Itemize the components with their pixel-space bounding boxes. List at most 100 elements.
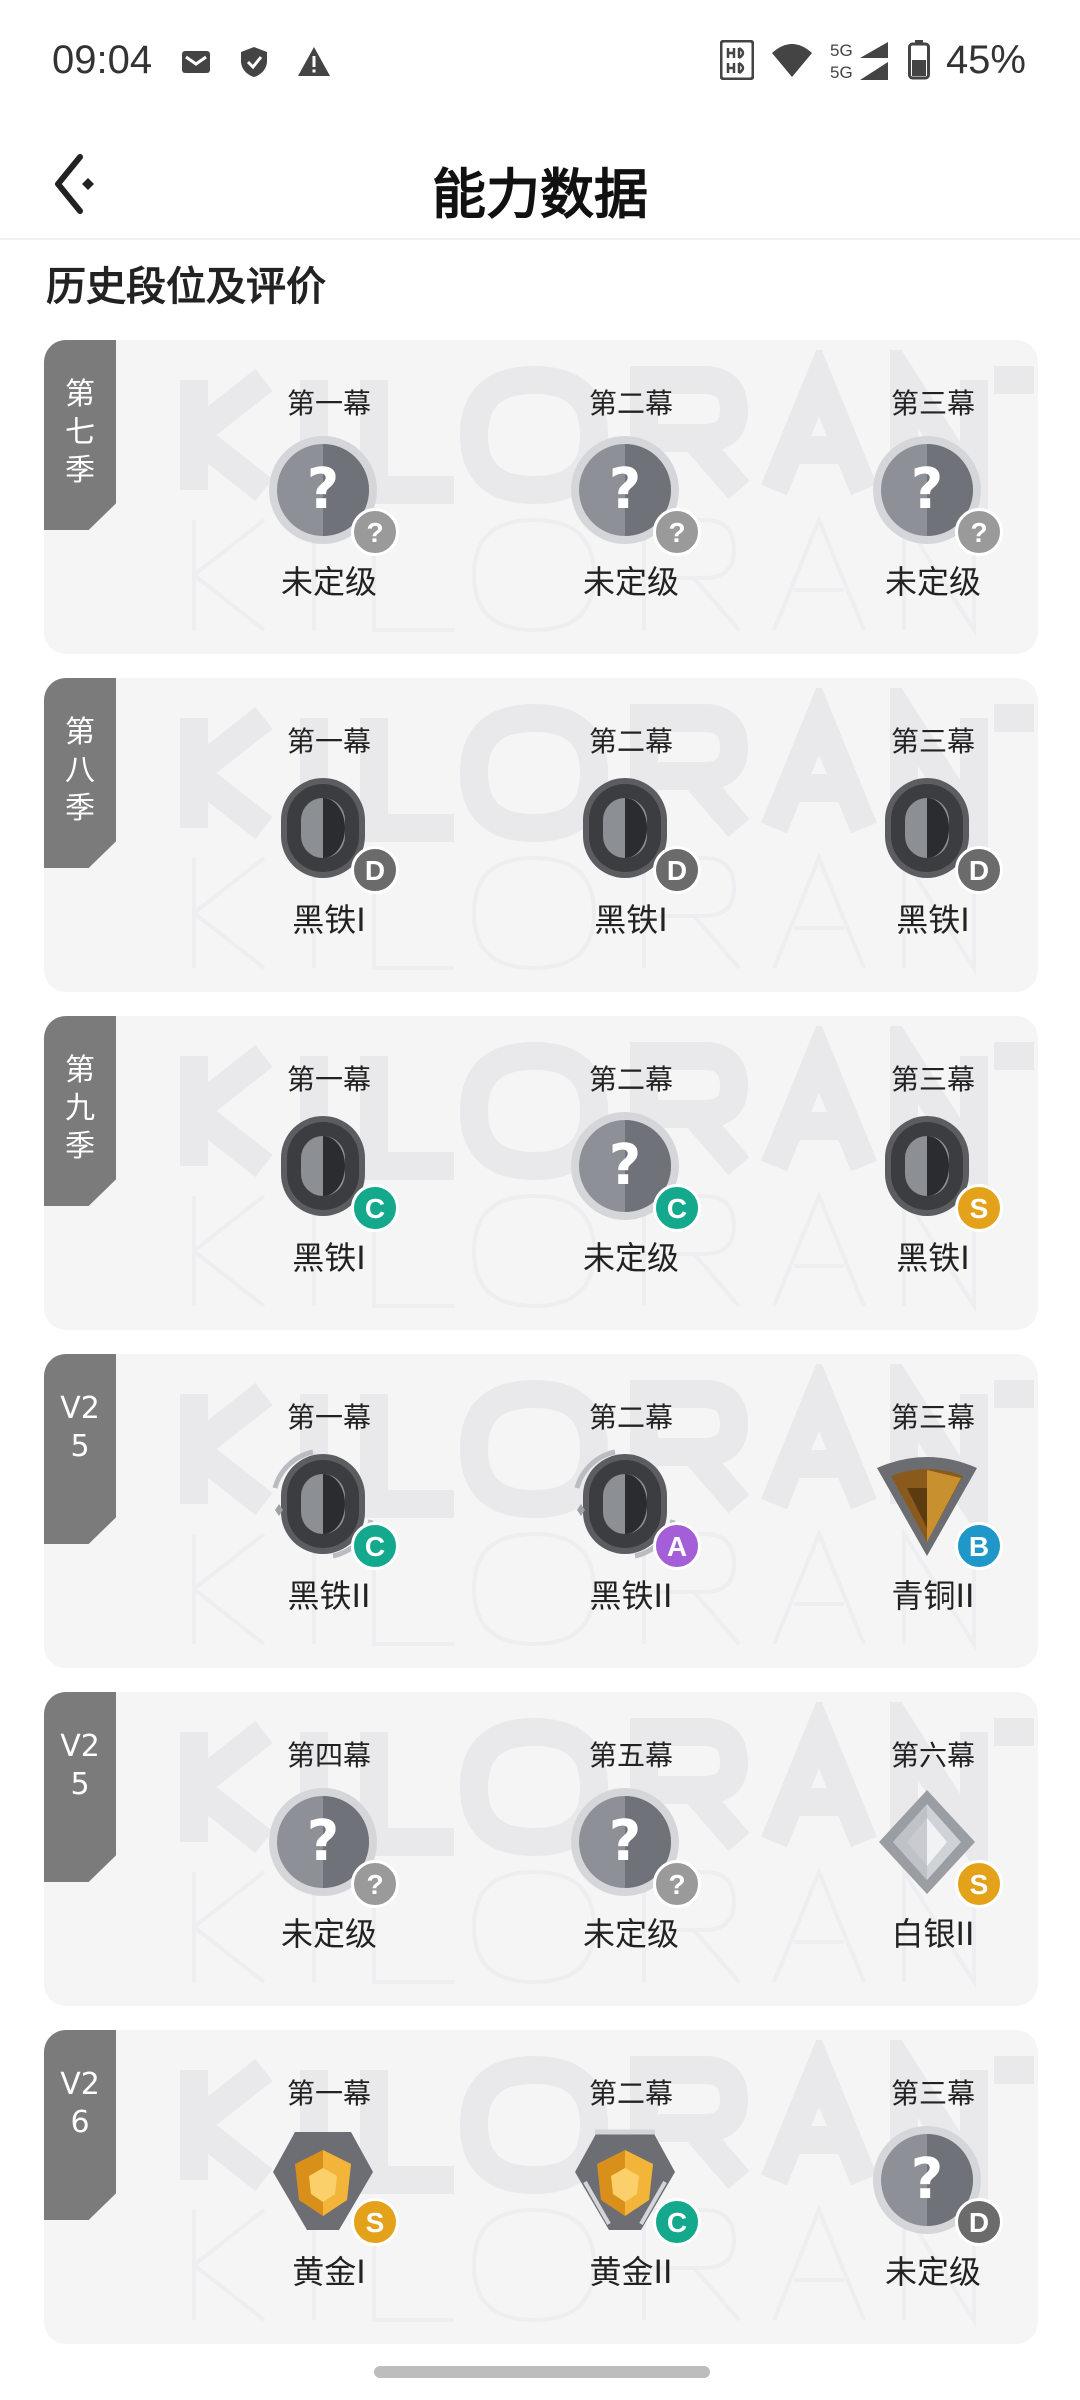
grade-badge: ? [653,508,701,556]
rank-name: 未定级 [280,563,377,601]
rank-name: 黑铁I [292,901,366,939]
season-list: 第七季 第一幕?? 未定级 第二幕?? 未定级 第三幕?? 未定级 第八季 第一… [44,340,1038,2368]
svg-text:?: ? [307,457,339,522]
grade-badge: S [955,1184,1003,1232]
page-title: 能力数据 [432,163,648,226]
grade-badge: ? [653,1860,701,1908]
svg-text:?: ? [609,1809,641,1874]
season-tag: 第七季 [44,340,116,530]
act-column[interactable]: 第三幕?? 未定级 [833,384,1033,604]
grade-badge: S [351,2198,399,2246]
act-column[interactable]: 第三幕? D 未定级 [833,2074,1033,2294]
rank-emblem-wrap: ?? [569,1786,701,1908]
home-indicator[interactable] [374,2366,710,2378]
rank-emblem-wrap: ?? [267,1786,399,1908]
act-column[interactable]: 第二幕 D 黑铁I [531,722,731,942]
act-column[interactable]: 第六幕 S 白银II [833,1736,1033,1956]
season-card: 第七季 第一幕?? 未定级 第二幕?? 未定级 第三幕?? 未定级 [44,340,1038,654]
act-label: 第三幕 [890,2077,975,2110]
act-column[interactable]: 第一幕 C 黑铁I [229,1060,429,1280]
rank-emblem-wrap: ?? [569,434,701,556]
act-label: 第一幕 [286,725,371,758]
rank-name: 未定级 [884,2253,981,2291]
wifi-icon [771,44,812,77]
act-column[interactable]: 第二幕?? 未定级 [531,384,731,604]
season-tag: V25 [44,1692,116,1882]
act-label: 第二幕 [588,2077,673,2110]
grade-badge: C [653,1184,701,1232]
grade-badge: D [955,2198,1003,2246]
rank-emblem-wrap: B [871,1448,1003,1570]
act-label: 第三幕 [890,1401,975,1434]
act-label: 第一幕 [286,387,371,420]
status-bar: 09:04 5G 5G 45% [0,0,1080,128]
grade-badge: B [955,1522,1003,1570]
act-column[interactable]: 第一幕?? 未定级 [229,384,429,604]
rank-emblem-wrap: C [569,2124,701,2246]
season-card: V26 第一幕 S 黄金I 第二幕 C 黄金II 第三幕? D 未定级 [44,2030,1038,2344]
act-column[interactable]: 第二幕 C 黄金II [531,2074,731,2294]
section-title: 历史段位及评价 [46,264,326,310]
rank-emblem-wrap: D [267,772,399,894]
rank-emblem-wrap: ?? [267,434,399,556]
act-label: 第六幕 [890,1739,975,1772]
grade-badge: D [653,846,701,894]
rank-name: 黑铁I [292,1239,366,1277]
act-column[interactable]: 第一幕 S 黄金I [229,2074,429,2294]
act-column[interactable]: 第三幕 B 青铜II [833,1398,1033,1618]
act-column[interactable]: 第三幕 S 黑铁I [833,1060,1033,1280]
status-time: 09:04 [52,38,153,82]
grade-badge: C [351,1184,399,1232]
act-column[interactable]: 第一幕 D 黑铁I [229,722,429,942]
act-column[interactable]: 第一幕 C 黑铁II [229,1398,429,1618]
rank-name: 未定级 [582,1239,679,1277]
grade-badge: D [351,846,399,894]
season-tag: 第八季 [44,678,116,868]
rank-name: 未定级 [582,1915,679,1953]
grade-badge: ? [955,508,1003,556]
rank-name: 未定级 [280,1915,377,1953]
act-column[interactable]: 第五幕?? 未定级 [531,1736,731,1956]
rank-emblem-wrap: D [569,772,701,894]
mail-icon [182,51,210,73]
rank-emblem-wrap: C [267,1110,399,1232]
act-label: 第三幕 [890,725,975,758]
svg-text:?: ? [911,2147,943,2212]
rank-name: 黑铁I [896,1239,970,1277]
rank-name: 黑铁I [896,901,970,939]
act-label: 第三幕 [890,1063,975,1096]
rank-name: 黑铁II [589,1577,673,1615]
rank-name: 未定级 [582,563,679,601]
shield-icon [241,47,267,77]
rank-name: 白银II [891,1915,975,1953]
grade-badge: ? [351,508,399,556]
season-tag: V25 [44,1354,116,1544]
rank-emblem-wrap: S [871,1786,1003,1908]
act-column[interactable]: 第二幕 A 黑铁II [531,1398,731,1618]
season-tag: 第九季 [44,1016,116,1206]
grade-badge: S [955,1860,1003,1908]
act-label: 第一幕 [286,2077,371,2110]
grade-badge: D [955,846,1003,894]
grade-badge: ? [351,1860,399,1908]
rank-emblem-wrap: A [569,1448,701,1570]
act-column[interactable]: 第四幕?? 未定级 [229,1736,429,1956]
rank-emblem-wrap: S [871,1110,1003,1232]
act-column[interactable]: 第三幕 D 黑铁I [833,722,1033,942]
act-label: 第四幕 [286,1739,371,1772]
warning-icon [298,47,330,76]
battery-percentage: 45% [945,37,1026,82]
signal-5g-icon: 5G 5G [830,41,888,82]
battery-icon [907,40,930,80]
season-card: V25 第一幕 C 黑铁II 第二幕 A 黑铁II 第三幕 B 青铜II [44,1354,1038,1668]
season-card: 第八季 第一幕 D 黑铁I 第二幕 D 黑铁I 第三幕 D 黑铁I [44,678,1038,992]
app-header: 能力数据 [0,128,1080,240]
season-card: V25 第四幕?? 未定级 第五幕?? 未定级 第六幕 S 白银II [44,1692,1038,2006]
rank-name: 青铜II [891,1577,975,1615]
rank-emblem-wrap: S [267,2124,399,2246]
act-column[interactable]: 第二幕? C 未定级 [531,1060,731,1280]
act-label: 第二幕 [588,1401,673,1434]
svg-text:?: ? [911,457,943,522]
svg-text:5G: 5G [830,41,853,60]
rank-name: 黄金I [292,2253,366,2291]
